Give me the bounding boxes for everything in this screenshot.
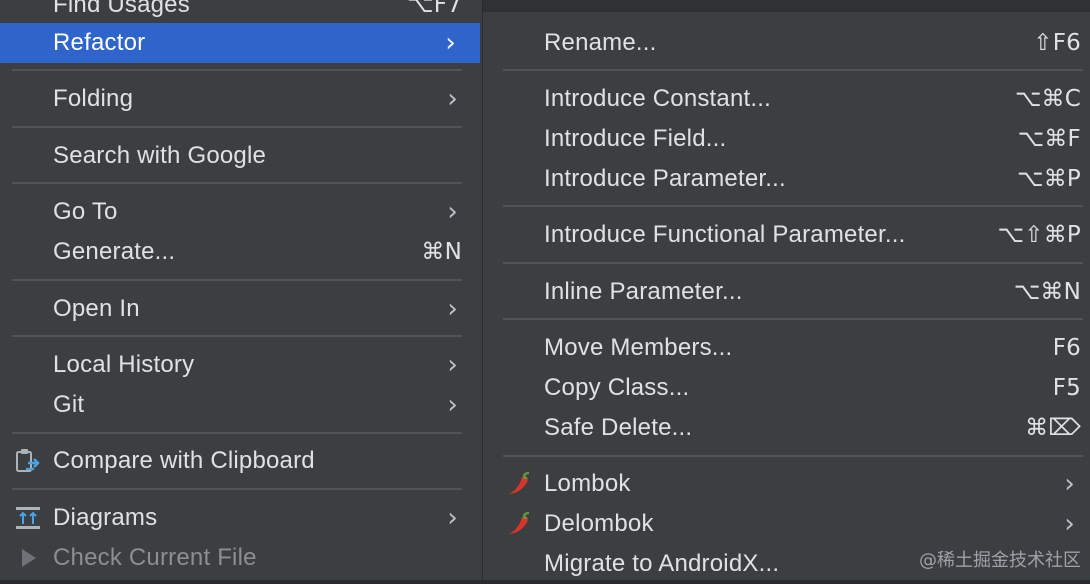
menu-item-label: Copy Class... xyxy=(544,374,690,401)
chevron-right-icon: › xyxy=(445,28,456,58)
shortcut-label: ⌥⌘C xyxy=(1014,86,1081,112)
menu-item-move-members[interactable]: Move Members... F6 xyxy=(483,328,1090,368)
menu-item-label: Compare with Clipboard xyxy=(53,447,315,474)
chevron-right-icon: › xyxy=(447,84,458,114)
shortcut-label: F5 xyxy=(1052,375,1081,401)
chevron-right-icon: › xyxy=(447,503,458,533)
chevron-right-icon: › xyxy=(1064,469,1075,499)
separator xyxy=(503,318,1083,320)
menu-item-introduce-field[interactable]: Introduce Field... ⌥⌘F xyxy=(483,119,1090,159)
menu-item-label: Inline Parameter... xyxy=(544,278,743,305)
menu-item-introduce-constant[interactable]: Introduce Constant... ⌥⌘C xyxy=(483,79,1090,119)
menu-item-compare-with-clipboard[interactable]: Compare with Clipboard xyxy=(0,441,482,481)
menu-item-label: Search with Google xyxy=(53,142,267,169)
shortcut-label: ⇧F6 xyxy=(1033,30,1081,56)
menu-item-delombok[interactable]: Delombok › xyxy=(483,504,1090,544)
shortcut-label: ⌘N xyxy=(421,239,462,265)
menu-item-label: Refactor xyxy=(53,29,146,56)
menu-item-find-usages[interactable]: Find Usages ⌥F7 xyxy=(0,0,482,25)
menu-item-label: Introduce Parameter... xyxy=(544,165,786,192)
shortcut-label: ⌘⌦ xyxy=(1025,415,1081,441)
separator xyxy=(12,69,462,71)
menu-item-refactor[interactable]: Refactor › xyxy=(0,23,480,63)
menu-item-label: Safe Delete... xyxy=(544,414,693,441)
menu-item-check-current-file[interactable]: Check Current File xyxy=(0,538,482,578)
menu-item-introduce-parameter[interactable]: Introduce Parameter... ⌥⌘P xyxy=(483,159,1090,199)
context-menu: Find Usages ⌥F7 Refactor › Folding › Sea… xyxy=(0,0,482,580)
menu-item-label: Find Usages xyxy=(53,0,190,18)
menu-item-inline-parameter[interactable]: Inline Parameter... ⌥⌘N xyxy=(483,272,1090,312)
shortcut-label: F6 xyxy=(1052,335,1081,361)
menu-item-lombok[interactable]: Lombok › xyxy=(483,464,1090,504)
menu-item-label: Generate... xyxy=(53,238,176,265)
menu-item-label: Move Members... xyxy=(544,334,733,361)
watermark: @稀土掘金技术社区 xyxy=(919,550,1081,571)
menu-item-go-to[interactable]: Go To › xyxy=(0,192,482,232)
diagrams-icon xyxy=(14,504,42,532)
chevron-right-icon: › xyxy=(1064,509,1075,539)
menu-item-label: Local History xyxy=(53,351,195,378)
menu-item-introduce-functional-parameter[interactable]: Introduce Functional Parameter... ⌥⇧⌘P xyxy=(483,215,1090,255)
separator xyxy=(12,279,462,281)
chevron-right-icon: › xyxy=(447,294,458,324)
chevron-right-icon: › xyxy=(447,197,458,227)
menu-item-git[interactable]: Git › xyxy=(0,385,482,425)
shortcut-label: ⌥⇧⌘P xyxy=(997,222,1081,248)
menu-item-open-in[interactable]: Open In › xyxy=(0,289,482,329)
chevron-right-icon: › xyxy=(447,350,458,380)
menu-item-rename[interactable]: Rename... ⇧F6 xyxy=(483,23,1090,63)
separator xyxy=(12,182,462,184)
shortcut-label: ⌥⌘P xyxy=(1017,166,1081,192)
menu-item-label: Diagrams xyxy=(53,504,158,531)
menu-item-label: Check Current File xyxy=(53,544,257,571)
menu-item-label: Migrate to AndroidX... xyxy=(544,550,780,577)
menu-item-label: Open In xyxy=(53,295,140,322)
menu-item-safe-delete[interactable]: Safe Delete... ⌘⌦ xyxy=(483,408,1090,448)
chili-pepper-icon xyxy=(505,470,533,498)
menu-item-label: Rename... xyxy=(544,29,657,56)
separator xyxy=(12,488,462,490)
refactor-submenu: Rename... ⇧F6 Introduce Constant... ⌥⌘C … xyxy=(482,0,1090,580)
menu-item-search-with-google[interactable]: Search with Google xyxy=(0,136,482,176)
menu-item-label: Folding xyxy=(53,85,134,112)
separator xyxy=(12,432,462,434)
separator xyxy=(12,126,462,128)
menu-item-label: Introduce Functional Parameter... xyxy=(544,221,906,248)
shortcut-label: ⌥⌘N xyxy=(1013,279,1081,305)
menu-item-generate[interactable]: Generate... ⌘N xyxy=(0,232,482,272)
menu-item-copy-class[interactable]: Copy Class... F5 xyxy=(483,368,1090,408)
play-icon xyxy=(14,544,42,572)
menu-item-label: Go To xyxy=(53,198,118,225)
chevron-right-icon: › xyxy=(447,390,458,420)
menu-item-local-history[interactable]: Local History › xyxy=(0,345,482,385)
separator xyxy=(12,335,462,337)
separator xyxy=(503,69,1083,71)
menu-item-folding[interactable]: Folding › xyxy=(0,79,482,119)
menu-item-label: Introduce Constant... xyxy=(544,85,771,112)
menu-item-label: Introduce Field... xyxy=(544,125,727,152)
shortcut-label: ⌥⌘F xyxy=(1017,126,1081,152)
chili-pepper-icon xyxy=(505,510,533,538)
menu-item-diagrams[interactable]: Diagrams › xyxy=(0,498,482,538)
separator xyxy=(503,262,1083,264)
compare-clipboard-icon xyxy=(14,447,42,475)
separator xyxy=(503,455,1083,457)
separator xyxy=(503,205,1083,207)
menu-item-label: Delombok xyxy=(544,510,654,537)
menu-item-label: Lombok xyxy=(544,470,631,497)
shortcut-label: ⌥F7 xyxy=(407,0,462,18)
menu-item-label: Git xyxy=(53,391,85,418)
